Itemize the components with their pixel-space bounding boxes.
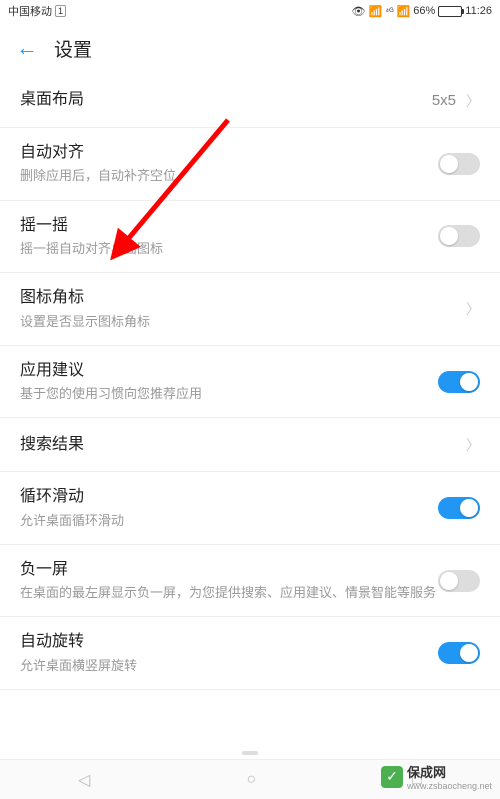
item-subtitle: 基于您的使用习惯向您推荐应用 <box>20 385 438 403</box>
item-title: 应用建议 <box>20 360 438 382</box>
item-subtitle: 设置是否显示图标角标 <box>20 313 466 331</box>
toggle-shake[interactable] <box>438 225 480 247</box>
item-desktop-layout[interactable]: 桌面布局 5x5 〉 <box>0 74 500 128</box>
status-time: 11:26 <box>465 5 492 17</box>
toggle-minus-screen[interactable] <box>438 570 480 592</box>
toggle-app-suggest[interactable] <box>438 371 480 393</box>
item-title: 自动对齐 <box>20 142 438 164</box>
signal-bars-icon: 📶 <box>397 5 411 18</box>
item-subtitle: 删除应用后，自动补齐空位 <box>20 167 438 185</box>
nav-home-icon[interactable]: ○ <box>246 771 256 789</box>
item-shake[interactable]: 摇一摇 摇一摇自动对齐桌面图标 <box>0 201 500 274</box>
item-value: 5x5 <box>432 92 456 109</box>
item-auto-align[interactable]: 自动对齐 删除应用后，自动补齐空位 <box>0 128 500 201</box>
carrier-label: 中国移动 <box>8 3 52 19</box>
item-title: 摇一摇 <box>20 215 438 237</box>
item-icon-badge[interactable]: 图标角标 设置是否显示图标角标 〉 <box>0 273 500 346</box>
header: ← 设置 <box>0 22 500 74</box>
page-indicator <box>242 751 258 755</box>
status-bar: 中国移动 1 👁 📶 ⁴ᴳ 📶 66% 11:26 <box>0 0 500 22</box>
page-title: 设置 <box>54 35 92 62</box>
toggle-auto-rotate[interactable] <box>438 642 480 664</box>
eye-icon: 👁 <box>352 5 366 18</box>
watermark-url: www.zsbaocheng.net <box>407 781 492 791</box>
chevron-right-icon: 〉 <box>466 435 480 455</box>
item-app-suggest[interactable]: 应用建议 基于您的使用习惯向您推荐应用 <box>0 346 500 419</box>
item-loop-scroll[interactable]: 循环滑动 允许桌面循环滑动 <box>0 472 500 545</box>
nav-back-icon[interactable]: ◁ <box>78 770 90 790</box>
item-minus-screen[interactable]: 负一屏 在桌面的最左屏显示负一屏，为您提供搜索、应用建议、情景智能等服务 <box>0 545 500 618</box>
battery-percent: 66% <box>413 5 435 17</box>
item-title: 循环滑动 <box>20 486 438 508</box>
wifi-icon: 📶 <box>369 5 383 18</box>
watermark-logo-icon: ✓ <box>381 766 403 788</box>
item-title: 图标角标 <box>20 287 466 309</box>
item-search-result[interactable]: 搜索结果 〉 <box>0 418 500 472</box>
item-auto-rotate[interactable]: 自动旋转 允许桌面横竖屏旋转 <box>0 617 500 690</box>
item-subtitle: 允许桌面循环滑动 <box>20 512 438 530</box>
sim-badge: 1 <box>55 5 66 17</box>
toggle-auto-align[interactable] <box>438 153 480 175</box>
item-subtitle: 允许桌面横竖屏旋转 <box>20 657 438 675</box>
item-title: 自动旋转 <box>20 631 438 653</box>
item-subtitle: 在桌面的最左屏显示负一屏，为您提供搜索、应用建议、情景智能等服务 <box>20 584 438 602</box>
toggle-loop-scroll[interactable] <box>438 497 480 519</box>
settings-list: 桌面布局 5x5 〉 自动对齐 删除应用后，自动补齐空位 摇一摇 摇一摇自动对齐… <box>0 74 500 690</box>
watermark: ✓ 保成网 www.zsbaocheng.net <box>381 762 492 791</box>
watermark-name: 保成网 <box>407 762 492 781</box>
battery-icon <box>438 6 462 17</box>
signal-icon: ⁴ᴳ <box>385 6 393 16</box>
item-title: 负一屏 <box>20 559 438 581</box>
back-icon[interactable]: ← <box>16 35 38 61</box>
chevron-right-icon: 〉 <box>466 91 480 111</box>
item-title: 桌面布局 <box>20 89 432 111</box>
item-title: 搜索结果 <box>20 434 466 456</box>
item-subtitle: 摇一摇自动对齐桌面图标 <box>20 240 438 258</box>
chevron-right-icon: 〉 <box>466 299 480 319</box>
